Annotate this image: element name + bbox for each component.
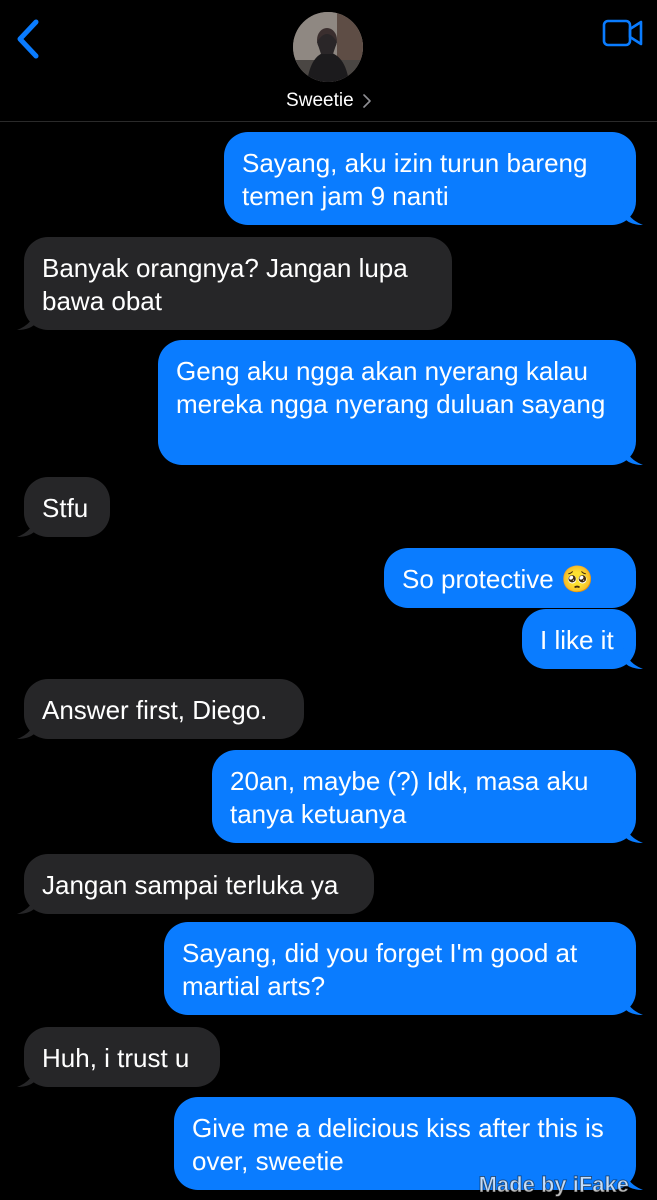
message-bubble-received[interactable]: Banyak orangnya? Jangan lupa bawa obat <box>17 237 452 330</box>
message-bubble-sent[interactable]: 20an, maybe (?) Idk, masa aku tanya ketu… <box>212 750 643 843</box>
watermark: Made by iFake <box>478 1172 629 1198</box>
message-text: Sayang, aku izin turun bareng temen jam … <box>242 148 588 211</box>
message-bubble-sent[interactable]: Geng aku ngga akan nyerang kalau mereka … <box>158 340 643 465</box>
contact-name-button[interactable]: Sweetie <box>0 90 657 112</box>
message-text: Geng aku ngga akan nyerang kalau mereka … <box>176 356 606 419</box>
video-camera-icon <box>602 19 643 47</box>
message-bubble-received[interactable]: Stfu <box>17 477 110 537</box>
message-text: Banyak orangnya? Jangan lupa bawa obat <box>42 253 408 316</box>
message-bubble-sent[interactable]: Sayang, aku izin turun bareng temen jam … <box>224 132 643 225</box>
chevron-left-icon <box>17 19 39 59</box>
message-text: So protective 🥺 <box>402 564 594 594</box>
message-text: 20an, maybe (?) Idk, masa aku tanya ketu… <box>230 766 589 829</box>
back-button[interactable] <box>8 16 48 62</box>
avatar-photo <box>293 12 363 82</box>
message-text: Stfu <box>42 493 89 523</box>
message-bubble-received[interactable]: Answer first, Diego. <box>17 679 304 739</box>
message-text: Huh, i trust u <box>42 1043 190 1073</box>
contact-name: Sweetie <box>286 90 354 111</box>
message-bubble-sent[interactable]: I like it <box>522 609 643 669</box>
video-call-button[interactable] <box>601 16 645 50</box>
message-text: Jangan sampai terluka ya <box>42 870 339 900</box>
message-bubble-received[interactable]: Huh, i trust u <box>17 1027 220 1087</box>
message-bubble-received[interactable]: Jangan sampai terluka ya <box>17 854 374 914</box>
message-text: Answer first, Diego. <box>42 695 268 725</box>
avatar[interactable] <box>293 12 363 82</box>
message-text: Give me a delicious kiss after this is o… <box>192 1113 604 1176</box>
message-bubble-sent[interactable]: So protective 🥺 <box>384 548 636 608</box>
message-bubble-sent[interactable]: Sayang, did you forget I'm good at marti… <box>164 922 643 1015</box>
message-text: I like it <box>540 625 614 655</box>
conversation-header: Sweetie <box>0 0 657 122</box>
chevron-right-icon <box>363 94 371 108</box>
message-list[interactable]: Sayang, aku izin turun bareng temen jam … <box>0 122 657 1200</box>
message-text: Sayang, did you forget I'm good at marti… <box>182 938 578 1001</box>
